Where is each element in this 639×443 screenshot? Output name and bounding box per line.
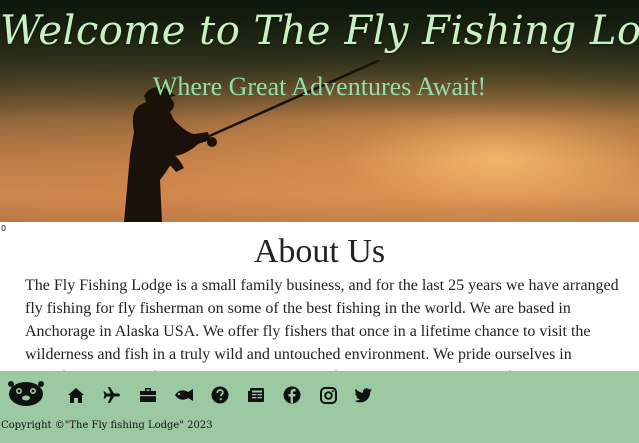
otter-logo[interactable]	[8, 379, 44, 407]
instagram-icon[interactable]	[310, 382, 346, 408]
fish-icon[interactable]	[166, 382, 202, 408]
footer-icon-bar	[58, 382, 382, 408]
twitter-icon[interactable]	[346, 382, 382, 408]
newspaper-icon[interactable]	[238, 382, 274, 408]
plane-icon[interactable]	[94, 382, 130, 408]
hero-title: Welcome to The Fly Fishing Lodge	[0, 8, 639, 54]
briefcase-icon[interactable]	[130, 382, 166, 408]
hero-subtitle: Where Great Adventures Await!	[152, 72, 487, 101]
question-icon[interactable]	[202, 382, 238, 408]
stray-text: 0	[1, 224, 7, 233]
facebook-icon[interactable]	[274, 382, 310, 408]
home-icon[interactable]	[58, 382, 94, 408]
copyright-text: Copyright ©"The Fly fishing Lodge" 2023	[1, 420, 213, 431]
footer-nav: Copyright ©"The Fly fishing Lodge" 2023	[0, 371, 639, 443]
hero-banner: Welcome to The Fly Fishing Lodge Where G…	[0, 0, 639, 222]
about-heading: About Us	[253, 233, 386, 270]
